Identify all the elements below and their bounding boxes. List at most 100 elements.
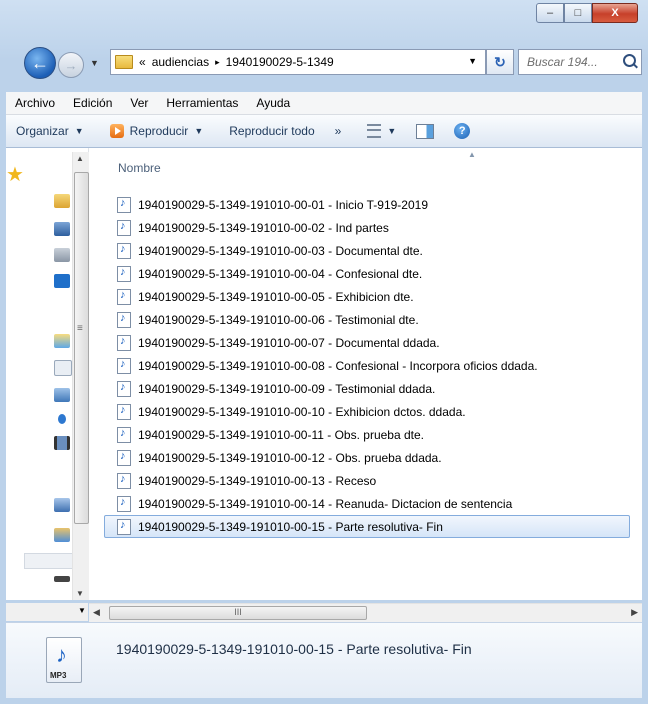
chevron-down-icon: ▼ <box>74 126 84 136</box>
menu-ayuda[interactable]: Ayuda <box>247 96 299 110</box>
file-name: 1940190029-5-1349-191010-00-04 - Confesi… <box>138 266 423 281</box>
libraries-icon[interactable] <box>54 334 70 348</box>
file-row[interactable]: 1940190029-5-1349-191010-00-11 - Obs. pr… <box>105 424 629 445</box>
audio-file-icon <box>117 311 131 328</box>
folder-icon[interactable] <box>54 194 70 208</box>
file-row[interactable]: 1940190029-5-1349-191010-00-03 - Documen… <box>105 240 629 261</box>
play-all-label: Reproducir todo <box>229 124 315 138</box>
organize-button[interactable]: Organizar ▼ <box>6 124 94 138</box>
music-icon[interactable] <box>58 414 66 424</box>
file-name: 1940190029-5-1349-191010-00-05 - Exhibic… <box>138 289 414 304</box>
file-row-selected[interactable]: 1940190029-5-1349-191010-00-15 - Parte r… <box>104 515 630 538</box>
audio-file-icon <box>117 472 131 489</box>
menu-edicion[interactable]: Edición <box>64 96 121 110</box>
videos-icon[interactable] <box>54 436 70 450</box>
address-bar[interactable]: « audiencias ▸ 1940190029-5-1349 ▼ <box>110 49 486 75</box>
close-button[interactable]: X <box>592 3 638 23</box>
music-note-icon: ♪ <box>56 642 67 667</box>
menu-ver[interactable]: Ver <box>121 96 157 110</box>
file-name: 1940190029-5-1349-191010-00-01 - Inicio … <box>138 197 428 212</box>
folder-icon <box>115 55 133 69</box>
file-row[interactable]: 1940190029-5-1349-191010-00-04 - Confesi… <box>105 263 629 284</box>
file-row[interactable]: 1940190029-5-1349-191010-00-10 - Exhibic… <box>105 401 629 422</box>
nav-scroll-corner: ▼ <box>6 603 88 621</box>
organize-label: Organizar <box>16 124 69 138</box>
play-icon <box>109 124 124 138</box>
play-button[interactable]: Reproducir ▼ <box>100 124 214 138</box>
recent-pages-dropdown-icon[interactable]: ▼ <box>90 58 99 68</box>
file-row[interactable]: 1940190029-5-1349-191010-00-14 - Reanuda… <box>105 493 629 514</box>
minimize-button[interactable]: – <box>536 3 564 23</box>
scroll-right-icon[interactable]: ▶ <box>631 607 638 618</box>
file-row[interactable]: 1940190029-5-1349-191010-00-09 - Testimo… <box>105 378 629 399</box>
breadcrumb-separator-icon[interactable]: ▸ <box>215 57 220 68</box>
network-place-icon[interactable] <box>54 248 70 262</box>
file-name: 1940190029-5-1349-191010-00-07 - Documen… <box>138 335 440 350</box>
scroll-up-icon[interactable]: ▲ <box>76 154 84 163</box>
column-name-header[interactable]: Nombre <box>118 161 161 175</box>
breadcrumb-overflow[interactable]: « <box>139 55 146 69</box>
preview-pane-button[interactable] <box>406 123 444 139</box>
play-all-button[interactable]: Reproducir todo <box>219 124 324 138</box>
pictures-icon[interactable] <box>54 388 70 402</box>
breadcrumb-current-folder[interactable]: 1940190029-5-1349 <box>226 55 334 69</box>
horizontal-scrollbar[interactable]: ◀ III ▶ <box>89 603 642 622</box>
help-icon: ? <box>454 123 471 139</box>
menu-herramientas[interactable]: Herramientas <box>157 96 247 110</box>
search-input[interactable] <box>525 54 623 70</box>
refresh-button[interactable]: ↻ <box>486 49 514 75</box>
homegroup-icon[interactable] <box>54 498 70 512</box>
help-button[interactable]: ? <box>444 123 480 139</box>
play-label: Reproducir <box>129 124 189 138</box>
file-row[interactable]: 1940190029-5-1349-191010-00-05 - Exhibic… <box>105 286 629 307</box>
nav-scroll-thumb[interactable] <box>74 172 89 524</box>
address-row: ← → ▼ « audiencias ▸ 1940190029-5-1349 ▼… <box>0 44 648 80</box>
nav-scrollbar[interactable]: ▲ ▼ <box>72 152 89 600</box>
forward-button[interactable]: → <box>58 52 84 78</box>
app-shortcut-icon[interactable] <box>54 274 70 288</box>
file-name: 1940190029-5-1349-191010-00-12 - Obs. pr… <box>138 450 442 465</box>
more-icon: » <box>334 124 342 138</box>
audio-file-icon <box>117 426 131 443</box>
file-row[interactable]: 1940190029-5-1349-191010-00-12 - Obs. pr… <box>105 447 629 468</box>
desktop-icon[interactable] <box>54 222 70 236</box>
back-button[interactable]: ← <box>24 47 56 79</box>
address-dropdown-icon[interactable]: ▼ <box>468 56 477 66</box>
forward-arrow-icon: → <box>64 57 78 73</box>
explorer-window: – □ X ← → ▼ « audiencias ▸ 1940190029-5-… <box>0 0 648 704</box>
command-bar: Organizar ▼ Reproducir ▼ Reproducir todo… <box>6 115 642 148</box>
audio-file-icon <box>117 334 131 351</box>
scroll-down-icon[interactable]: ▼ <box>78 606 86 615</box>
maximize-button[interactable]: □ <box>564 3 592 23</box>
views-icon <box>367 124 382 138</box>
horizontal-scroll-thumb[interactable]: III <box>109 606 367 620</box>
details-pane: ♪ MP3 1940190029-5-1349-191010-00-15 - P… <box>6 622 642 699</box>
sort-ascending-icon: ▲ <box>468 150 476 159</box>
file-row[interactable]: 1940190029-5-1349-191010-00-08 - Confesi… <box>105 355 629 376</box>
file-row[interactable]: 1940190029-5-1349-191010-00-01 - Inicio … <box>105 194 629 215</box>
file-row[interactable]: 1940190029-5-1349-191010-00-07 - Documen… <box>105 332 629 353</box>
refresh-icon: ↻ <box>494 53 506 70</box>
file-name: 1940190029-5-1349-191010-00-15 - Parte r… <box>138 519 443 534</box>
search-icon[interactable] <box>623 54 636 67</box>
file-row[interactable]: 1940190029-5-1349-191010-00-06 - Testimo… <box>105 309 629 330</box>
scroll-down-icon[interactable]: ▼ <box>76 589 84 598</box>
scroll-left-icon[interactable]: ◀ <box>93 607 100 618</box>
file-name: 1940190029-5-1349-191010-00-06 - Testimo… <box>138 312 419 327</box>
documents-icon[interactable] <box>54 360 72 376</box>
drive-icon[interactable] <box>54 576 70 582</box>
user-library-icon[interactable] <box>54 528 70 542</box>
audio-file-icon <box>117 357 131 374</box>
views-button[interactable]: ▼ <box>357 124 406 138</box>
menu-archivo[interactable]: Archivo <box>6 96 64 110</box>
navigation-pane: ★ ▲ ▼ <box>6 148 89 600</box>
search-box[interactable] <box>518 49 642 75</box>
breadcrumb-audiencias[interactable]: audiencias <box>152 55 209 69</box>
chevron-down-icon: ▼ <box>387 126 397 136</box>
audio-file-icon <box>117 242 131 259</box>
audio-file-icon <box>117 219 131 236</box>
favorites-star-icon[interactable]: ★ <box>6 165 26 185</box>
more-commands-button[interactable]: » <box>325 124 352 138</box>
file-row[interactable]: 1940190029-5-1349-191010-00-02 - Ind par… <box>105 217 629 238</box>
file-row[interactable]: 1940190029-5-1349-191010-00-13 - Receso <box>105 470 629 491</box>
